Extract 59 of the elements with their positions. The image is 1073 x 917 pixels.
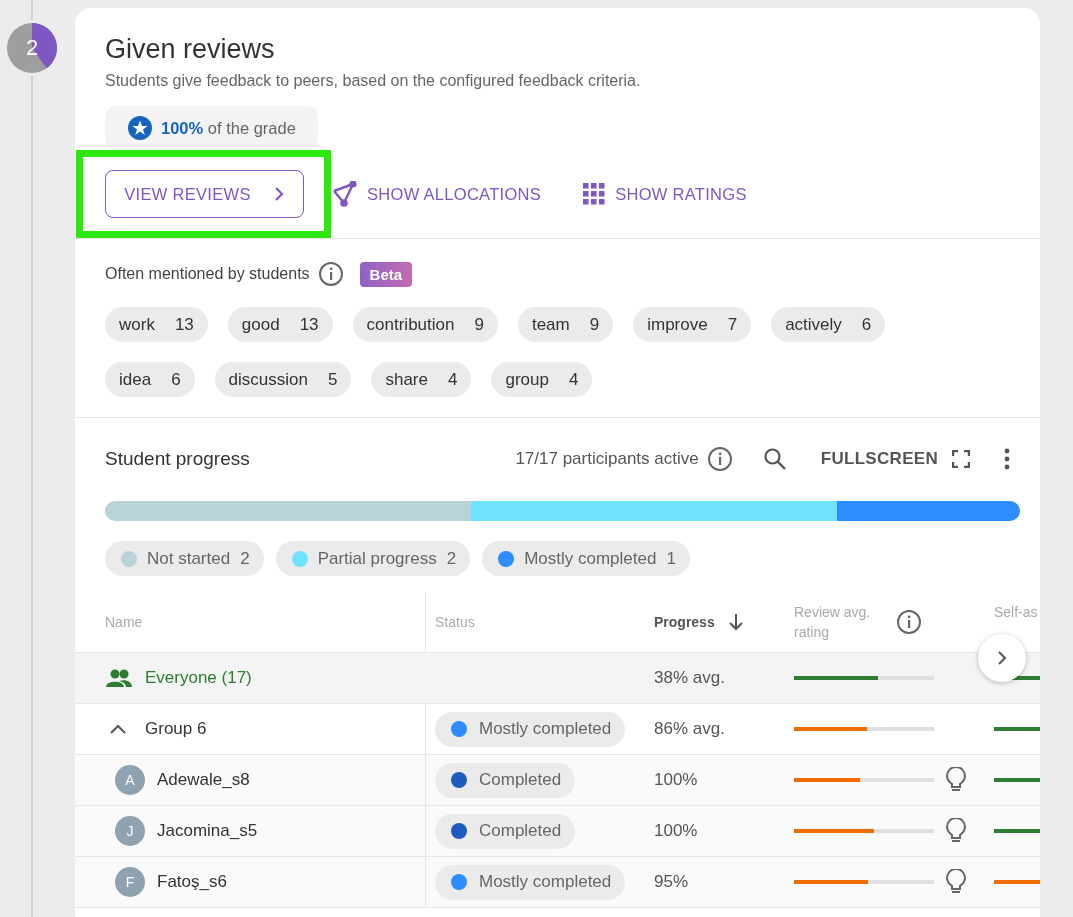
avatar: A xyxy=(115,765,145,795)
legend-chip[interactable]: Not started 2 xyxy=(105,541,264,576)
column-header[interactable]: Progress xyxy=(654,614,715,630)
table-cell: 38% avg. xyxy=(654,668,725,688)
status-chip: Mostly completed xyxy=(435,711,626,747)
status-chip: Mostly completed xyxy=(435,864,626,900)
chevron-up-icon[interactable] xyxy=(109,723,127,735)
student-name[interactable]: Fatoş_s6 xyxy=(157,872,227,892)
fullscreen-button[interactable]: FULLSCREEN xyxy=(820,449,970,469)
keyword-chip[interactable]: share 4 xyxy=(371,362,472,397)
lightbulb-icon[interactable] xyxy=(946,767,966,793)
table-cell: 100% xyxy=(654,770,698,790)
keyword-chip[interactable]: group 4 xyxy=(491,362,593,397)
search-icon[interactable] xyxy=(762,447,787,471)
grid-icon xyxy=(583,183,606,205)
keyword-chip[interactable]: team 9 xyxy=(517,307,614,342)
avatar: F xyxy=(115,867,145,897)
student-name[interactable]: Adewale_s8 xyxy=(157,770,250,790)
keyword-chip[interactable]: discussion 5 xyxy=(214,362,352,397)
legend-chip[interactable]: Partial progress 2 xyxy=(275,541,471,576)
table-cell: 86% avg. xyxy=(654,719,725,739)
group-name[interactable]: Everyone (17) xyxy=(145,668,252,688)
keyword-chip[interactable]: contribution 9 xyxy=(352,307,498,342)
keyword-chip[interactable]: idea 6 xyxy=(105,362,195,397)
fullscreen-icon xyxy=(952,450,970,468)
table-cell: 95% xyxy=(654,872,689,892)
section-description: Students give feedback to peers, based on the configured feedback criteria. xyxy=(105,72,642,90)
lightbulb-icon[interactable] xyxy=(946,818,966,844)
more-vertical-icon[interactable] xyxy=(1004,448,1010,470)
legend-chip[interactable]: Mostly completed 1 xyxy=(482,541,690,576)
info-icon[interactable] xyxy=(317,261,344,287)
chevron-right-icon xyxy=(272,186,285,202)
avatar: J xyxy=(115,816,145,846)
show-ratings-button[interactable]: SHOW RATINGS xyxy=(583,183,747,205)
lightbulb-icon[interactable] xyxy=(946,869,966,895)
keywords-title: Often mentioned by students xyxy=(105,265,310,283)
keyword-chip[interactable]: good 13 xyxy=(227,307,333,342)
keyword-chip[interactable]: improve 7 xyxy=(633,307,752,342)
sort-down-icon[interactable] xyxy=(726,612,745,632)
chevron-right-icon xyxy=(996,650,1008,666)
participants-count: 17/17 participants active xyxy=(515,449,699,469)
people-icon xyxy=(105,668,133,688)
grade-weight: 100% of the grade xyxy=(161,118,296,138)
keyword-chip[interactable]: actively 6 xyxy=(771,307,886,342)
section-title: Given reviews xyxy=(105,33,276,66)
view-reviews-button[interactable]: VIEW REVIEWS xyxy=(105,170,304,218)
beta-badge: Beta xyxy=(359,261,413,287)
info-icon[interactable] xyxy=(896,609,922,635)
status-chip: Completed xyxy=(435,813,576,849)
graph-icon xyxy=(331,181,357,207)
show-allocations-button[interactable]: SHOW ALLOCATIONS xyxy=(331,181,542,207)
progress-title: Student progress xyxy=(105,448,251,470)
student-name[interactable]: Jacomina_s5 xyxy=(157,821,258,841)
info-icon[interactable] xyxy=(706,446,733,472)
table-cell: 100% xyxy=(654,821,698,841)
keyword-chip[interactable]: work 13 xyxy=(105,307,208,342)
status-chip: Completed xyxy=(435,762,576,798)
group-name[interactable]: Group 6 xyxy=(145,719,207,739)
scroll-right-button[interactable] xyxy=(978,634,1026,682)
